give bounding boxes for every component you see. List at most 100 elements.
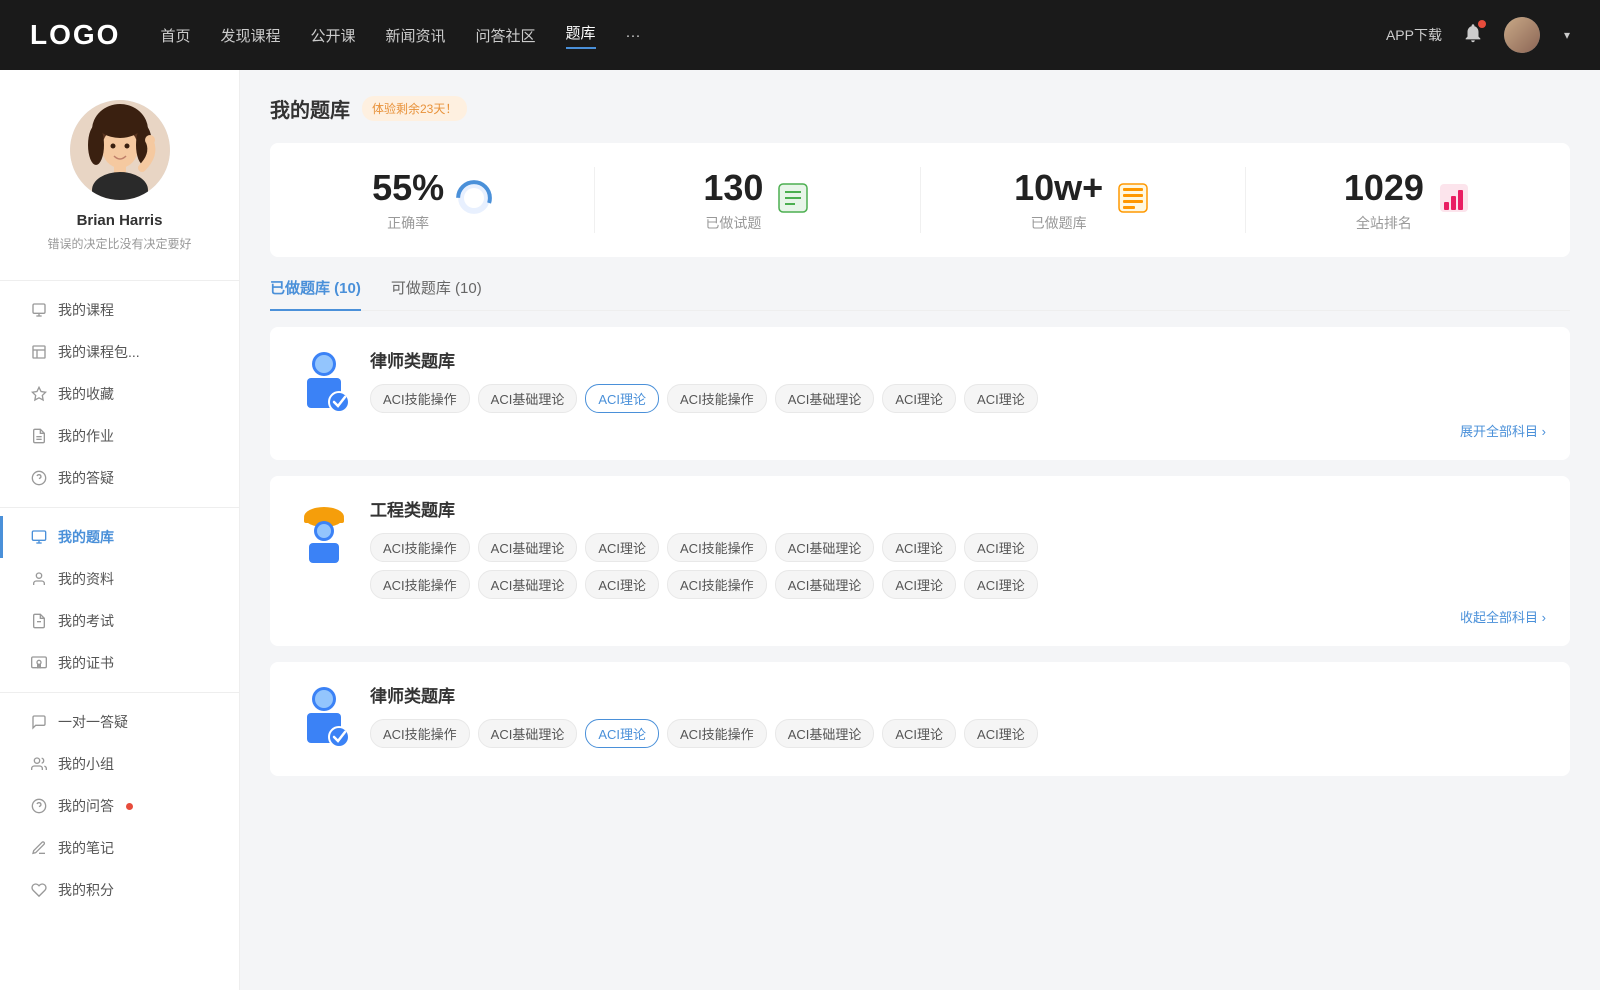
package-icon [30, 343, 48, 361]
stat-ranking-label: 全站排名 [1344, 213, 1424, 233]
logo: LOGO [30, 19, 120, 51]
tag-3-5[interactable]: ACI理论 [882, 719, 956, 748]
exam-icon [30, 612, 48, 630]
bank-content-1: 律师类题库 ACI技能操作 ACI基础理论 ACI理论 ACI技能操作 ACI基… [370, 347, 1546, 440]
sidebar-item-exam[interactable]: 我的考试 [0, 600, 239, 642]
app-download-link[interactable]: APP下载 [1386, 25, 1442, 45]
bank-icon-engineer [294, 496, 354, 566]
nav-news[interactable]: 新闻资讯 [386, 25, 446, 46]
tag-2-6[interactable]: ACI理论 [964, 533, 1038, 562]
nav-discover[interactable]: 发现课程 [220, 25, 280, 46]
sidebar-item-one-on-one[interactable]: 一对一答疑 [0, 701, 239, 743]
group-icon [30, 755, 48, 773]
nav-bank[interactable]: 题库 [566, 22, 596, 49]
notification-bell[interactable] [1462, 22, 1484, 49]
tag-2b-1[interactable]: ACI基础理论 [478, 570, 578, 599]
tab-done-banks[interactable]: 已做题库 (10) [270, 277, 361, 310]
sidebar-item-package[interactable]: 我的课程包... [0, 331, 239, 373]
sidebar-username: Brian Harris [20, 212, 219, 229]
tag-2-2[interactable]: ACI理论 [585, 533, 659, 562]
tag-2b-0[interactable]: ACI技能操作 [370, 570, 470, 599]
star-icon [30, 385, 48, 403]
tag-2b-5[interactable]: ACI理论 [882, 570, 956, 599]
bank-card-lawyer-1: 律师类题库 ACI技能操作 ACI基础理论 ACI理论 ACI技能操作 ACI基… [270, 327, 1570, 460]
page-title: 我的题库 [270, 94, 350, 123]
sidebar-item-notes[interactable]: 我的笔记 [0, 827, 239, 869]
sidebar-menu: 我的课程 我的课程包... 我的收藏 我的作业 [0, 289, 239, 911]
sidebar-item-cert[interactable]: 我的证书 [0, 642, 239, 684]
cert-icon [30, 654, 48, 672]
tag-3-6[interactable]: ACI理论 [964, 719, 1038, 748]
navbar: LOGO 首页 发现课程 公开课 新闻资讯 问答社区 题库 ··· APP下载 … [0, 0, 1600, 70]
sidebar-divider-3 [0, 692, 239, 693]
tag-1-4[interactable]: ACI基础理论 [775, 384, 875, 413]
nav-qa[interactable]: 问答社区 [476, 25, 536, 46]
bank-icon-lawyer-2 [294, 682, 354, 752]
sidebar-item-course[interactable]: 我的课程 [0, 289, 239, 331]
sidebar-divider-1 [0, 280, 239, 281]
tag-3-1[interactable]: ACI基础理论 [478, 719, 578, 748]
sidebar-item-myqa[interactable]: 我的问答 [0, 785, 239, 827]
tag-2b-4[interactable]: ACI基础理论 [775, 570, 875, 599]
tag-3-0[interactable]: ACI技能操作 [370, 719, 470, 748]
stat-correctness-number: 55% [372, 167, 444, 209]
notification-dot [1478, 20, 1486, 28]
sidebar-item-group[interactable]: 我的小组 [0, 743, 239, 785]
expand-link-1[interactable]: 展开全部科目 › [370, 421, 1546, 440]
nav-more[interactable]: ··· [626, 27, 641, 44]
correctness-pie-icon [456, 180, 492, 221]
tabs: 已做题库 (10) 可做题库 (10) [270, 277, 1570, 311]
tag-1-0[interactable]: ACI技能操作 [370, 384, 470, 413]
stat-done-questions-number: 130 [703, 167, 763, 209]
tag-3-2[interactable]: ACI理论 [585, 719, 659, 748]
collapse-link-2[interactable]: 收起全部科目 › [370, 607, 1546, 626]
myqa-dot [126, 803, 133, 810]
tag-2-0[interactable]: ACI技能操作 [370, 533, 470, 562]
tags-row-2a: ACI技能操作 ACI基础理论 ACI理论 ACI技能操作 ACI基础理论 AC… [370, 533, 1546, 562]
user-avatar[interactable] [1504, 17, 1540, 53]
tag-2b-3[interactable]: ACI技能操作 [667, 570, 767, 599]
tag-1-5[interactable]: ACI理论 [882, 384, 956, 413]
tag-1-6[interactable]: ACI理论 [964, 384, 1038, 413]
tag-2b-6[interactable]: ACI理论 [964, 570, 1038, 599]
banks-icon [1115, 180, 1151, 216]
sidebar-item-bank[interactable]: 我的题库 [0, 516, 239, 558]
stat-done-questions: 130 已做试题 [595, 167, 920, 233]
tag-2-5[interactable]: ACI理论 [882, 533, 956, 562]
stat-correctness: 55% 正确率 [270, 167, 595, 233]
tag-2-4[interactable]: ACI基础理论 [775, 533, 875, 562]
nav-home[interactable]: 首页 [160, 25, 190, 46]
tag-1-3[interactable]: ACI技能操作 [667, 384, 767, 413]
tag-3-4[interactable]: ACI基础理论 [775, 719, 875, 748]
sidebar-item-profile[interactable]: 我的资料 [0, 558, 239, 600]
tag-1-2[interactable]: ACI理论 [585, 384, 659, 413]
tag-1-1[interactable]: ACI基础理论 [478, 384, 578, 413]
tag-2-1[interactable]: ACI基础理论 [478, 533, 578, 562]
bank-card-lawyer-2: 律师类题库 ACI技能操作 ACI基础理论 ACI理论 ACI技能操作 ACI基… [270, 662, 1570, 776]
sidebar-item-points[interactable]: 我的积分 [0, 869, 239, 911]
questions-icon [30, 797, 48, 815]
done-questions-icon [775, 180, 811, 221]
tags-row-2b: ACI技能操作 ACI基础理论 ACI理论 ACI技能操作 ACI基础理论 AC… [370, 570, 1546, 599]
profile-avatar [70, 100, 170, 200]
bank-title-1: 律师类题库 [370, 347, 1546, 372]
nav-links: 首页 发现课程 公开课 新闻资讯 问答社区 题库 ··· [160, 22, 640, 49]
sidebar-item-homework[interactable]: 我的作业 [0, 415, 239, 457]
trial-badge: 体验剩余23天！ [362, 96, 467, 121]
sidebar-item-qanda[interactable]: 我的答疑 [0, 457, 239, 499]
lawyer-icon-2 [297, 685, 352, 750]
tag-2-3[interactable]: ACI技能操作 [667, 533, 767, 562]
tags-row-1: ACI技能操作 ACI基础理论 ACI理论 ACI技能操作 ACI基础理论 AC… [370, 384, 1546, 413]
tab-available-banks[interactable]: 可做题库 (10) [391, 277, 482, 310]
bank-header-3: 律师类题库 ACI技能操作 ACI基础理论 ACI理论 ACI技能操作 ACI基… [294, 682, 1546, 756]
one-on-one-icon [30, 713, 48, 731]
bank-header-1: 律师类题库 ACI技能操作 ACI基础理论 ACI理论 ACI技能操作 ACI基… [294, 347, 1546, 440]
sidebar-item-favorites[interactable]: 我的收藏 [0, 373, 239, 415]
avatar-chevron-icon[interactable]: ▾ [1564, 28, 1570, 42]
stat-ranking: 1029 全站排名 [1246, 167, 1570, 233]
nav-open-course[interactable]: 公开课 [310, 25, 355, 46]
stat-done-questions-label: 已做试题 [703, 213, 763, 233]
tag-2b-2[interactable]: ACI理论 [585, 570, 659, 599]
stat-done-banks-label: 已做题库 [1014, 213, 1103, 233]
tag-3-3[interactable]: ACI技能操作 [667, 719, 767, 748]
